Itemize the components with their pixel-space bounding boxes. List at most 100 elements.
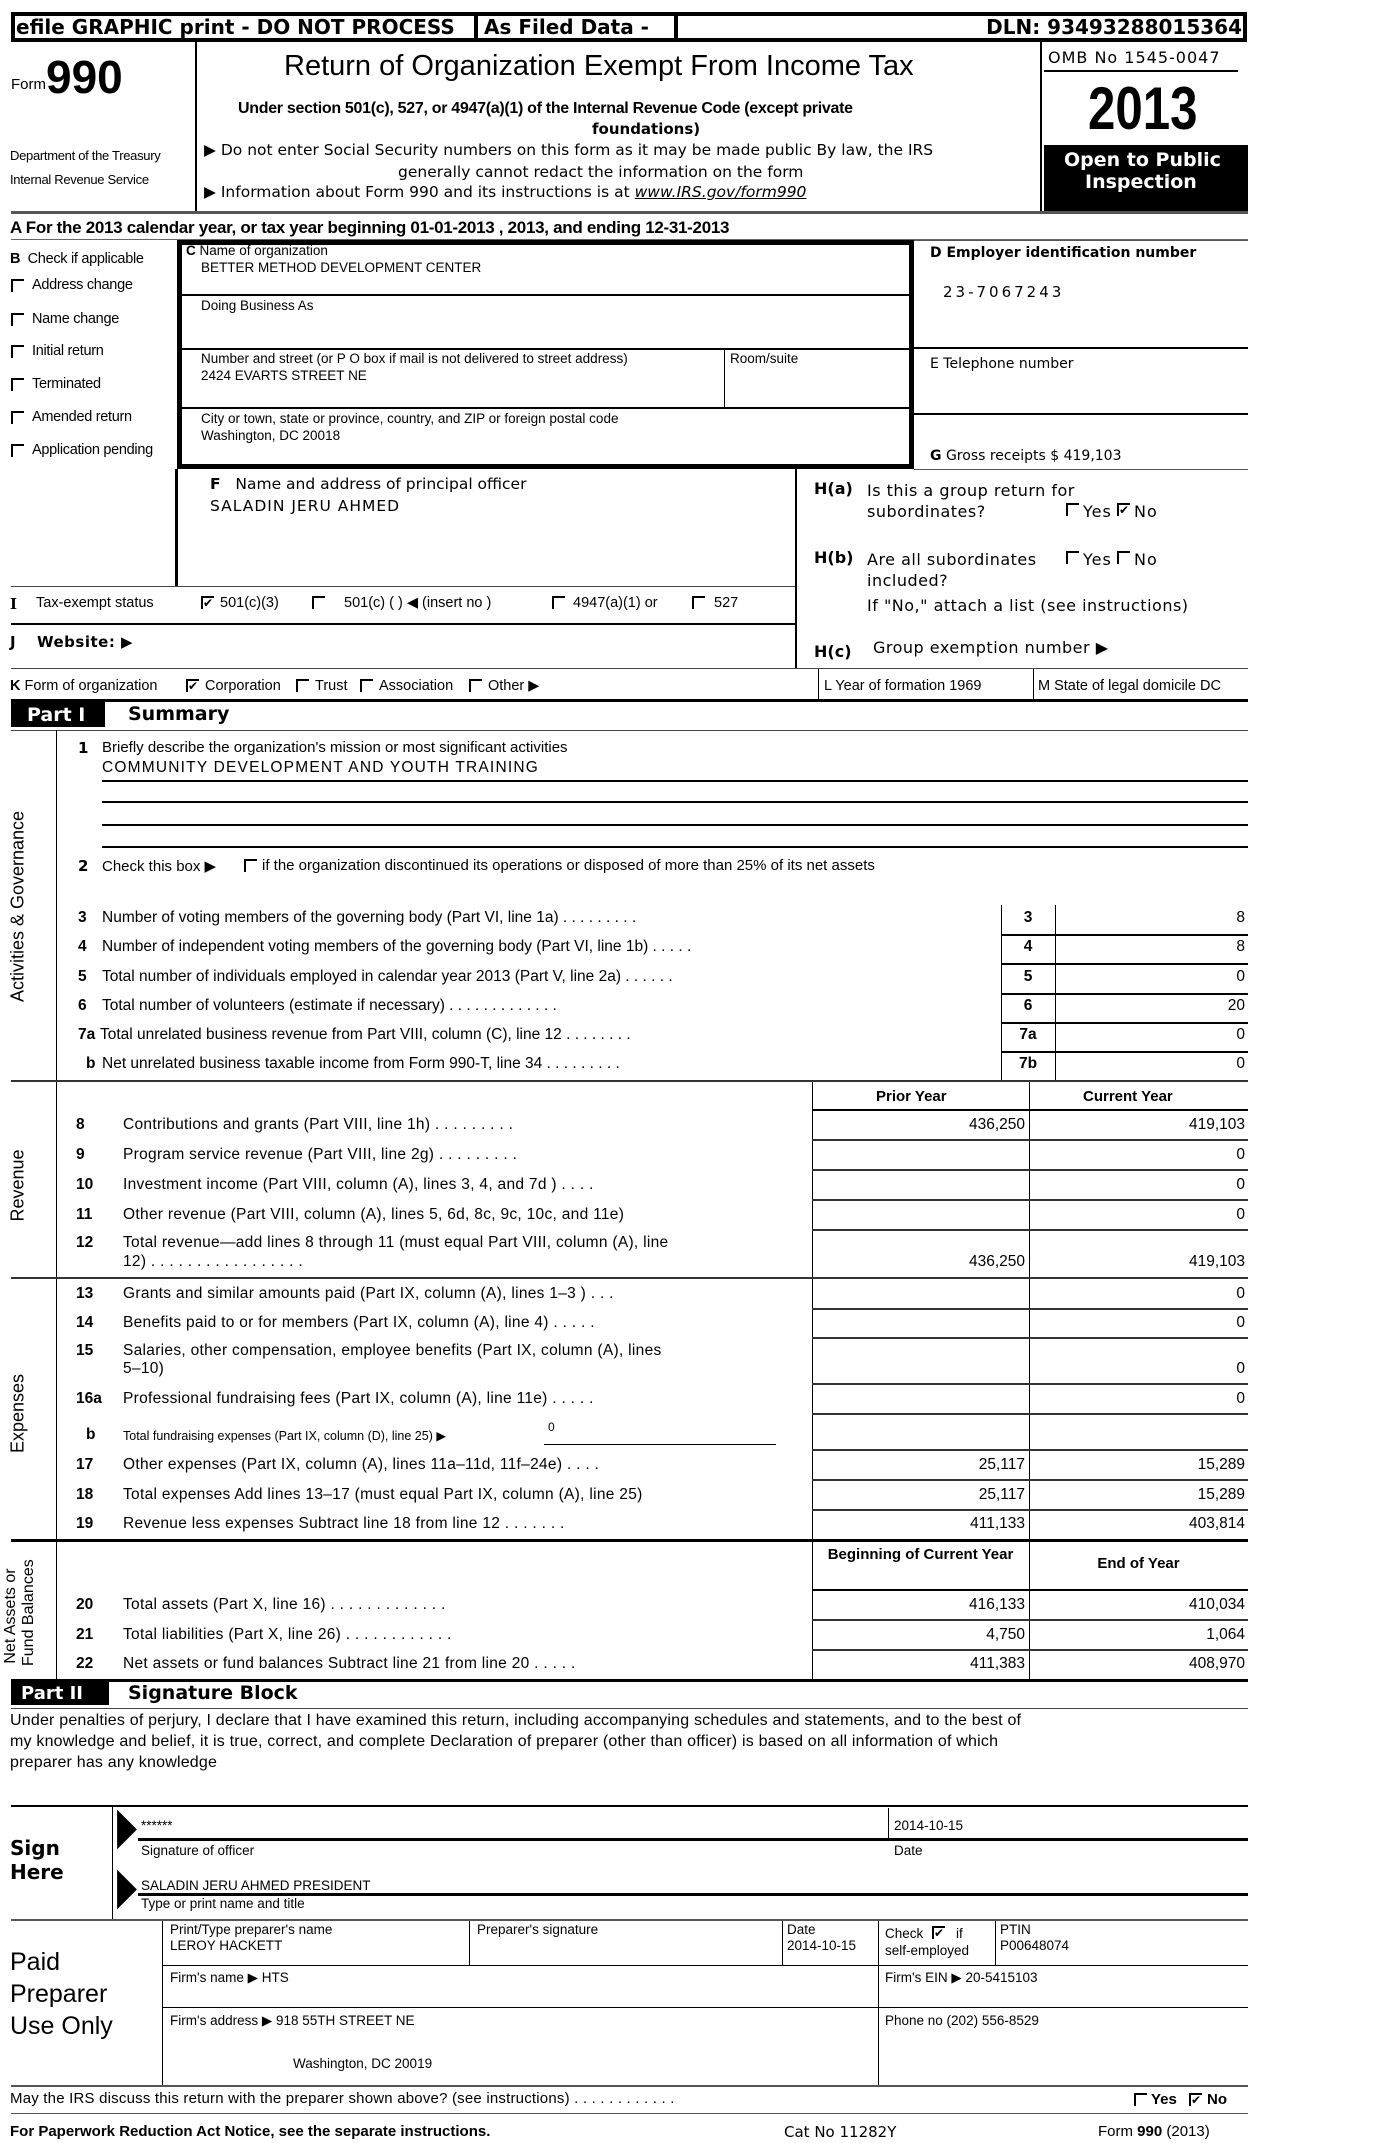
- signature-of-officer-label: Signature of officer: [141, 1843, 255, 1858]
- line-number: 21: [76, 1626, 94, 1643]
- firm-name: Firm's name ▶ HTS: [170, 1970, 289, 1985]
- line-label: Total expenses Add lines 13–17 (must equ…: [123, 1486, 643, 1503]
- part2-tag: Part II: [11, 1682, 109, 1705]
- hb-no-checkbox[interactable]: [1117, 551, 1130, 564]
- status-501c-checkbox[interactable]: [312, 596, 325, 609]
- line-label: Total number of individuals employed in …: [102, 968, 673, 985]
- status-527-checkbox[interactable]: [692, 596, 705, 609]
- line2-label: Check this box ▶: [102, 858, 217, 875]
- form-of-org-checkbox[interactable]: [296, 679, 309, 692]
- hb-yes-checkbox[interactable]: [1066, 551, 1079, 564]
- ptin-label: PTIN: [1000, 1922, 1031, 1937]
- form-of-org-label: K Form of organization: [10, 678, 158, 694]
- line-number: 19: [76, 1515, 94, 1532]
- ein-label: D Employer identification number: [930, 245, 1197, 261]
- declaration-3: preparer has any knowledge: [10, 1754, 218, 1771]
- line-number: 11: [76, 1206, 93, 1223]
- mission-value: COMMUNITY DEVELOPMENT AND YOUTH TRAINING: [102, 759, 539, 776]
- sign-arrow-icon: ▶: [117, 1797, 137, 1857]
- status-4947-checkbox[interactable]: [552, 596, 565, 609]
- form-number: 990: [46, 51, 123, 103]
- gross-receipts-value: Gross receipts $ 419,103: [945, 448, 1122, 464]
- discuss-yes-label: Yes: [1151, 2091, 1177, 2108]
- line-value: 0: [1236, 968, 1245, 985]
- section-b-checkbox[interactable]: [11, 378, 24, 391]
- section-b-checkbox[interactable]: [11, 279, 24, 292]
- notice-info: ▶ Information about Form 990 and its ins…: [204, 183, 806, 201]
- col-a-value: 416,133: [968, 1596, 1025, 1613]
- principal-officer-label: F Name and address of principal officer: [210, 475, 527, 493]
- line-value: 0: [1236, 1055, 1245, 1072]
- line-label: Total assets (Part X, line 16) . . . . .…: [123, 1596, 446, 1613]
- line1-num: 1: [78, 739, 89, 757]
- col-b-value: 403,814: [1188, 1515, 1245, 1532]
- omb-number: OMB No 1545-0047: [1048, 48, 1221, 67]
- discuss-no-label: No: [1207, 2091, 1227, 2108]
- discuss-no-checkbox[interactable]: [1189, 2093, 1202, 2106]
- col-b-value: 0: [1236, 1314, 1245, 1331]
- line-number: 3: [78, 909, 87, 926]
- section-b-checkbox[interactable]: [11, 345, 24, 358]
- status-501c3-label: 501(c)(3): [220, 595, 279, 611]
- as-filed-text: As Filed Data -: [484, 15, 649, 39]
- line-label: Net assets or fund balances Subtract lin…: [123, 1655, 576, 1672]
- cat-number: Cat No 11282Y: [784, 2123, 897, 2141]
- ha-code: H(a): [814, 479, 853, 498]
- line-box-number: 5: [1023, 968, 1033, 985]
- street-value: 2424 EVARTS STREET NE: [201, 368, 367, 383]
- inspection-text: Inspection: [1085, 171, 1197, 193]
- state-domicile: M State of legal domicile DC: [1038, 678, 1221, 694]
- col-b-value: 15,289: [1197, 1456, 1245, 1473]
- col-a-value: 436,250: [968, 1116, 1025, 1133]
- line-box-number: 7a: [1019, 1026, 1037, 1043]
- line-number: 6: [78, 997, 87, 1014]
- line-value: 8: [1236, 909, 1245, 926]
- hb-code: H(b): [814, 548, 854, 567]
- form-of-org-checkbox[interactable]: [186, 679, 199, 692]
- expenses-label: Expenses: [7, 1373, 28, 1454]
- form-of-org-checkbox[interactable]: [360, 679, 373, 692]
- self-employed-checkbox[interactable]: [932, 1926, 945, 1939]
- ptin-value: P00648074: [1000, 1938, 1070, 1953]
- name-title-label: Type or print name and title: [141, 1896, 305, 1911]
- preparer-date-label: Date: [787, 1922, 816, 1937]
- col-b-value: 0: [1236, 1285, 1245, 1302]
- line-label-cont: 12) . . . . . . . . . . . . . . . . .: [123, 1253, 303, 1270]
- line-label: Benefits paid to or for members (Part IX…: [123, 1314, 595, 1331]
- part2-title: Signature Block: [128, 1682, 298, 1704]
- ha-yes-label: Yes: [1083, 502, 1112, 521]
- line-number: 5: [78, 968, 87, 985]
- line-a-tax-year: A For the 2013 calendar year, or tax yea…: [10, 218, 730, 237]
- line-number: 17: [76, 1456, 94, 1473]
- form-subtitle-2: foundations): [592, 120, 701, 138]
- hb-note: If "No," attach a list (see instructions…: [867, 596, 1189, 615]
- line-label: Total liabilities (Part X, line 26) . . …: [123, 1626, 452, 1643]
- self-employed-label: Check: [885, 1926, 924, 1941]
- section-b-option-label: Name change: [32, 311, 119, 327]
- ha-yes-checkbox[interactable]: [1066, 503, 1079, 516]
- declaration-2: my knowledge and belief, it is true, cor…: [10, 1733, 999, 1750]
- net-assets-label: Net Assets or Fund Balances: [2, 1559, 37, 1666]
- line-number: 9: [76, 1146, 85, 1163]
- discontinued-checkbox[interactable]: [244, 859, 257, 872]
- line-number: 15: [76, 1342, 94, 1359]
- section-b-checkbox[interactable]: [11, 444, 24, 457]
- form-of-org-checkbox[interactable]: [469, 679, 482, 692]
- line-label: Professional fundraising fees (Part IX, …: [123, 1390, 594, 1407]
- ein-value: 23-7067243: [943, 283, 1065, 301]
- line-label: Revenue less expenses Subtract line 18 f…: [123, 1515, 565, 1532]
- col-b-value: 0: [1236, 1360, 1245, 1377]
- col-prior-year: Prior Year: [876, 1088, 947, 1105]
- ha-no-label: No: [1134, 502, 1158, 521]
- discuss-yes-checkbox[interactable]: [1134, 2093, 1147, 2106]
- org-name-value: BETTER METHOD DEVELOPMENT CENTER: [201, 260, 482, 275]
- line-label: Contributions and grants (Part VIII, lin…: [123, 1116, 514, 1133]
- section-b-label: B B Check if applicableCheck if applicab…: [10, 251, 144, 267]
- section-b-option-label: Address change: [32, 277, 133, 293]
- irs-form990-link[interactable]: www.IRS.gov/form990: [635, 183, 807, 201]
- section-b-checkbox[interactable]: [11, 411, 24, 424]
- ha-no-checkbox[interactable]: [1117, 503, 1130, 516]
- section-b-checkbox[interactable]: [11, 313, 24, 326]
- col-a-value: 411,133: [970, 1515, 1025, 1532]
- status-501c3-checkbox[interactable]: [201, 596, 214, 609]
